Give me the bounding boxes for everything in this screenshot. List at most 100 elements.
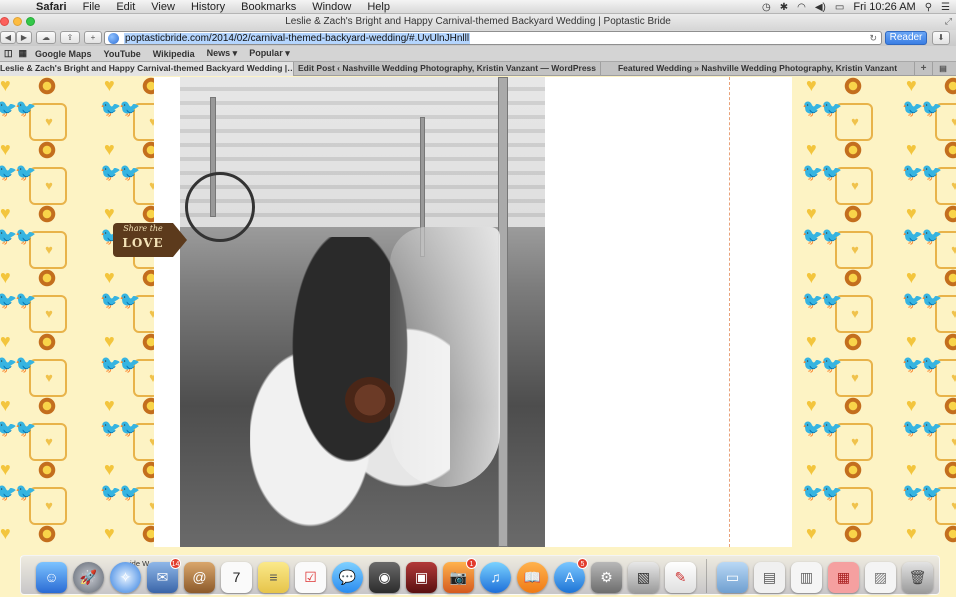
downloads-button[interactable]: ⬇ bbox=[932, 31, 950, 45]
reminders-icon[interactable]: ☑ bbox=[295, 562, 326, 593]
forward-button[interactable]: ▶ bbox=[16, 31, 32, 44]
menu-help[interactable]: Help bbox=[359, 1, 398, 13]
photo-booth-icon[interactable]: ▣ bbox=[406, 562, 437, 593]
messages-icon[interactable]: 💬 bbox=[332, 562, 363, 593]
facetime-icon[interactable]: ◉ bbox=[369, 562, 400, 593]
url-text[interactable]: poptasticbride.com/2014/02/carnival-them… bbox=[124, 32, 471, 44]
share-icon: ⇪ bbox=[66, 33, 74, 42]
minimize-window-button[interactable] bbox=[13, 17, 22, 26]
menu-window[interactable]: Window bbox=[304, 1, 359, 13]
trash-icon[interactable]: 🗑 bbox=[902, 562, 933, 593]
system-preferences-icon[interactable]: ⚙ bbox=[591, 562, 622, 593]
heart-icon: ♥ bbox=[104, 139, 115, 159]
flower-icon bbox=[842, 267, 864, 289]
flower-icon bbox=[36, 331, 58, 353]
reload-icon[interactable]: ↻ bbox=[869, 33, 877, 44]
reader-button[interactable]: Reader bbox=[885, 31, 927, 45]
background-pattern-right: ♥ 🐦🐦 ♥ ♥ 🐦🐦 ♥ ♥ 🐦🐦 ♥ ♥ 🐦🐦 ♥ ♥ 🐦🐦 ♥ ♥ 🐦🐦 ♥ ♥ 🐦🐦 ♥ ♥ 🐦🐦 ♥ ♥ 🐦🐦 ♥ ♥ 🐦🐦 ♥… bbox=[792, 77, 956, 547]
contacts-icon[interactable]: @ bbox=[184, 562, 215, 593]
bookmarks-bar: ◫ ▦ Google Maps YouTube Wikipedia News ▾… bbox=[0, 46, 956, 61]
heart-icon: ♥ bbox=[906, 459, 917, 479]
battery-icon[interactable]: ▭ bbox=[835, 2, 844, 13]
tab-overview-button[interactable]: ▤ bbox=[933, 62, 953, 75]
calendar-icon[interactable]: 7 bbox=[221, 562, 252, 593]
share-the-love-button[interactable]: Share the LOVE bbox=[113, 223, 187, 257]
address-bar[interactable]: poptasticbride.com/2014/02/carnival-them… bbox=[104, 31, 882, 45]
screenshot-stack-icon[interactable]: ▤ bbox=[754, 562, 785, 593]
preview-icon[interactable]: ▧ bbox=[628, 562, 659, 593]
bluetooth-icon[interactable]: ✱ bbox=[780, 2, 788, 13]
wifi-icon[interactable]: ◠ bbox=[797, 2, 806, 13]
downloads-stack-icon[interactable]: ▨ bbox=[865, 562, 896, 593]
zoom-window-button[interactable] bbox=[26, 17, 35, 26]
time-machine-icon[interactable]: ◷ bbox=[762, 2, 771, 13]
lovebirds-icon: 🐦🐦 bbox=[802, 291, 842, 310]
add-tab-button[interactable]: + bbox=[915, 62, 933, 75]
bookmark-wikipedia[interactable]: Wikipedia bbox=[153, 49, 195, 59]
icloud-tabs-button[interactable]: ☁ bbox=[36, 31, 56, 44]
mail-icon[interactable]: ✉ 14 bbox=[147, 558, 181, 593]
launchpad-icon[interactable]: 🚀 bbox=[73, 562, 104, 593]
heart-icon: ♥ bbox=[0, 331, 11, 351]
ibooks-icon[interactable]: 📖 bbox=[517, 562, 548, 593]
bookmark-news[interactable]: News ▾ bbox=[207, 48, 238, 59]
flower-icon bbox=[942, 523, 956, 545]
document-stack-icon[interactable]: ▥ bbox=[791, 562, 822, 593]
heart-icon: ♥ bbox=[906, 395, 917, 415]
tab-wedding-article[interactable]: Leslie & Zach's Bright and Happy Carniva… bbox=[0, 62, 294, 76]
calendar-stack-icon[interactable]: ▦ bbox=[828, 562, 859, 593]
menu-app-safari[interactable]: Safari bbox=[28, 1, 75, 13]
finder-icon[interactable]: ☺ bbox=[36, 562, 67, 593]
heart-icon: ♥ bbox=[806, 395, 817, 415]
lovebirds-icon: 🐦🐦 bbox=[100, 163, 140, 182]
new-tab-button[interactable]: + bbox=[84, 31, 102, 44]
tab-edit-post[interactable]: Edit Post ‹ Nashville Wedding Photograph… bbox=[294, 62, 601, 76]
iphoto-badge: 1 bbox=[466, 558, 477, 569]
menu-edit[interactable]: Edit bbox=[108, 1, 143, 13]
heart-icon: ♥ bbox=[806, 331, 817, 351]
back-button[interactable]: ◀ bbox=[0, 31, 16, 44]
top-sites-icon[interactable]: ▦ bbox=[19, 48, 28, 59]
app-store-icon[interactable]: A5 bbox=[554, 558, 588, 593]
applications-folder-icon[interactable]: ▭ bbox=[717, 562, 748, 593]
close-window-button[interactable] bbox=[0, 17, 9, 26]
bookmark-youtube[interactable]: YouTube bbox=[104, 49, 141, 59]
fullscreen-icon[interactable]: ⤢ bbox=[945, 16, 952, 27]
menu-file[interactable]: File bbox=[75, 1, 109, 13]
heart-icon: ♥ bbox=[906, 523, 917, 543]
safari-icon[interactable]: ✧ bbox=[110, 562, 141, 593]
clock[interactable]: Fri 10:26 AM bbox=[853, 1, 915, 13]
frame-icon: ♥ bbox=[835, 423, 873, 461]
heart-icon: ♥ bbox=[0, 77, 11, 95]
bookmark-google-maps[interactable]: Google Maps bbox=[35, 49, 92, 59]
dock: ide W . ☺ 🚀 ✧ ✉ 14 @ 7 ≡ ☑ 💬 ◉ ▣ 📷 1 ♫ 📖 A… bbox=[0, 547, 956, 597]
share-button[interactable]: ⇪ bbox=[60, 31, 80, 44]
menu-bookmarks[interactable]: Bookmarks bbox=[233, 1, 304, 13]
heart-icon: ♥ bbox=[45, 498, 53, 513]
heart-icon: ♥ bbox=[0, 139, 11, 159]
bookmark-popular[interactable]: Popular ▾ bbox=[249, 48, 290, 59]
menu-history[interactable]: History bbox=[183, 1, 233, 13]
iphoto-icon[interactable]: 📷 1 bbox=[443, 558, 477, 593]
menu-view[interactable]: View bbox=[143, 1, 183, 13]
volume-icon[interactable]: ◀) bbox=[815, 2, 826, 13]
flower-icon bbox=[842, 395, 864, 417]
chevron-left-icon: ◀ bbox=[4, 33, 12, 42]
notes-icon[interactable]: ≡ bbox=[258, 562, 289, 593]
flower-icon bbox=[36, 523, 58, 545]
heart-icon: ♥ bbox=[951, 178, 956, 193]
lovebirds-icon: 🐦🐦 bbox=[802, 227, 842, 246]
lovebirds-icon: 🐦🐦 bbox=[100, 419, 140, 438]
frame-icon: ♥ bbox=[835, 231, 873, 269]
itunes-icon[interactable]: ♫ bbox=[480, 562, 511, 593]
frame-icon: ♥ bbox=[29, 231, 67, 269]
notification-center-icon[interactable]: ☰ bbox=[941, 2, 950, 13]
mail-badge: 14 bbox=[170, 558, 181, 569]
textedit-icon[interactable]: ✎ bbox=[665, 562, 696, 593]
spotlight-icon[interactable]: ⚲ bbox=[925, 2, 932, 13]
heart-icon: ♥ bbox=[0, 523, 11, 543]
sidebar-icon[interactable]: ◫ bbox=[4, 48, 13, 59]
tab-featured-wedding[interactable]: Featured Wedding » Nashville Wedding Pho… bbox=[601, 62, 915, 76]
frame-icon: ♥ bbox=[29, 423, 67, 461]
status-area: ◷ ✱ ◠ ◀) ▭ Fri 10:26 AM ⚲ ☰ bbox=[762, 0, 950, 14]
